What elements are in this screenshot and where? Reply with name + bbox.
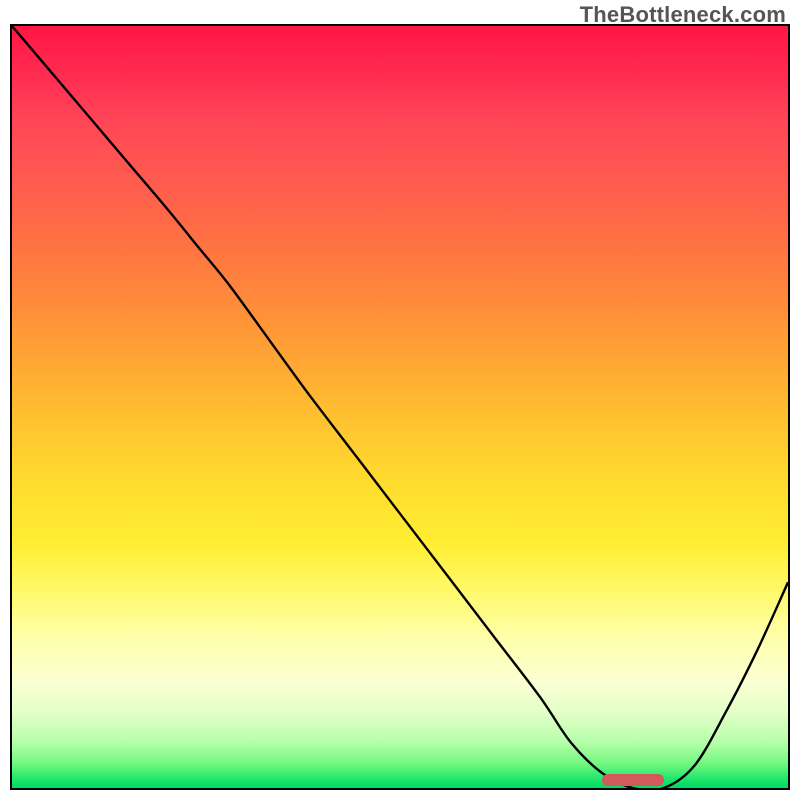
chart-frame bbox=[10, 24, 790, 790]
curve-svg bbox=[12, 26, 788, 788]
optimal-marker bbox=[602, 774, 664, 786]
bottleneck-curve bbox=[12, 26, 788, 788]
